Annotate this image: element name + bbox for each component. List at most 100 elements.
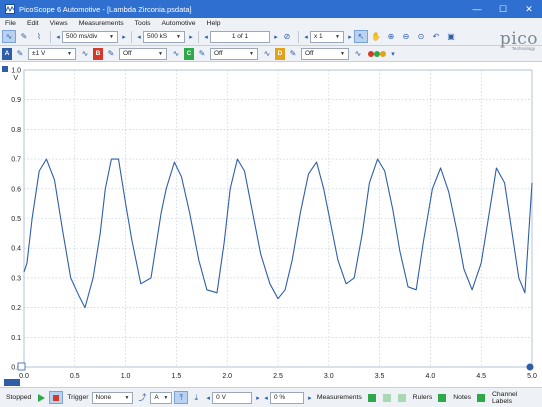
pretrigger-input[interactable]: 0 % bbox=[269, 391, 304, 404]
maximize-button[interactable]: ☐ bbox=[490, 0, 516, 18]
channel-labels-label[interactable]: Channel Labels bbox=[492, 391, 539, 405]
edit-measurement-icon[interactable] bbox=[380, 391, 394, 404]
channel-d-range-select[interactable]: Off ▼ bbox=[301, 47, 349, 60]
trigger-channel-value: A bbox=[154, 394, 159, 401]
threshold-input[interactable]: 0 V bbox=[212, 391, 253, 404]
chevron-down-icon: ▼ bbox=[340, 50, 345, 57]
undo-zoom-icon[interactable]: ↶ bbox=[429, 30, 443, 43]
buffer-navigator[interactable]: 1 of 1 bbox=[210, 30, 270, 43]
menu-views[interactable]: Views bbox=[50, 20, 68, 27]
toolbar-divider bbox=[131, 30, 132, 43]
probe-icon[interactable]: ✎ bbox=[17, 30, 31, 43]
buffer-next-icon[interactable]: ▸ bbox=[272, 33, 280, 41]
chevron-down-icon: ▼ bbox=[335, 33, 340, 40]
timebase-decrease-icon[interactable]: ◂ bbox=[54, 33, 62, 41]
zoom-overview-icon[interactable]: ▣ bbox=[444, 30, 458, 43]
channel-a-label[interactable]: A bbox=[2, 47, 12, 60]
menu-tools[interactable]: Tools bbox=[135, 20, 151, 27]
channel-a-options-icon[interactable]: ✎ bbox=[13, 47, 27, 60]
menu-automotive[interactable]: Automotive bbox=[162, 20, 196, 27]
measurements-label[interactable]: Measurements bbox=[317, 394, 362, 401]
channel-a-range-select[interactable]: ±1 V ▼ bbox=[28, 47, 76, 60]
trigger-channel-select[interactable]: A ▼ bbox=[150, 391, 173, 404]
y-tick-label: 0.6 bbox=[11, 186, 21, 193]
time-ruler-handle bbox=[526, 363, 534, 371]
stop-icon[interactable] bbox=[49, 391, 64, 404]
channel-b-label[interactable]: B bbox=[93, 47, 103, 60]
menu-measurements[interactable]: Measurements bbox=[79, 20, 124, 27]
toolbar-divider bbox=[50, 30, 51, 43]
buffer-first-icon[interactable]: ◂ bbox=[202, 33, 210, 41]
pretrigger-decrease-icon[interactable]: ◂ bbox=[262, 394, 270, 402]
zoom-value: x 1 bbox=[314, 33, 323, 40]
channel-toolbar: A ✎ ±1 V ▼ ∿ B ✎ Off ▼ ∿ C ✎ Off ▼ ∿ D ✎ Of… bbox=[0, 46, 542, 62]
trigger-label: Trigger bbox=[67, 394, 89, 401]
y-tick-label: 0.3 bbox=[11, 275, 21, 282]
notes-icon[interactable] bbox=[474, 391, 488, 404]
minimize-button[interactable]: — bbox=[464, 0, 490, 18]
channel-d-options-icon[interactable]: ✎ bbox=[286, 47, 300, 60]
picoscope-window: PicoScope 6 Automotive - [Lambda Zirconi… bbox=[0, 0, 542, 407]
scope-view[interactable]: 0.0 0.5 1.0 1.5 2.0 2.5 3.0 3.5 4.0 4.5 5.0 0.0 0.1 0… bbox=[0, 62, 542, 387]
zoom-fit-icon[interactable]: ⊙ bbox=[414, 30, 428, 43]
toolbar-divider bbox=[298, 30, 299, 43]
no-entry-icon[interactable]: ⊘ bbox=[280, 30, 294, 43]
x-tick-label: 3.0 bbox=[324, 373, 334, 380]
channel-c-coupling-icon[interactable]: ∿ bbox=[260, 47, 274, 60]
close-button[interactable]: ✕ bbox=[516, 0, 542, 18]
threshold-increase-icon[interactable]: ▸ bbox=[254, 394, 262, 402]
menu-bar: File Edit Views Measurements Tools Autom… bbox=[0, 18, 542, 28]
chevron-down-icon: ▼ bbox=[163, 394, 169, 401]
threshold-decrease-icon[interactable]: ◂ bbox=[204, 394, 212, 402]
y-tick-label: 0.7 bbox=[11, 157, 21, 164]
channel-d-coupling-icon[interactable]: ∿ bbox=[351, 47, 365, 60]
channel-d-label[interactable]: D bbox=[275, 47, 285, 60]
buffer-value: 1 of 1 bbox=[231, 33, 249, 40]
delete-measurement-icon[interactable] bbox=[395, 391, 409, 404]
samples-increase-icon[interactable]: ▸ bbox=[187, 33, 195, 41]
channel-c-range-select[interactable]: Off ▼ bbox=[210, 47, 258, 60]
x-tick-label: 4.0 bbox=[426, 373, 436, 380]
timebase-increase-icon[interactable]: ▸ bbox=[120, 33, 128, 41]
samples-decrease-icon[interactable]: ◂ bbox=[135, 33, 143, 41]
menu-edit[interactable]: Edit bbox=[27, 20, 39, 27]
channel-b-range: Off bbox=[123, 50, 132, 57]
scope-mode-icon[interactable]: ∿ bbox=[2, 30, 16, 43]
rulers-icon[interactable] bbox=[435, 391, 449, 404]
zoom-increase-icon[interactable]: ▸ bbox=[346, 33, 354, 41]
samples-value: 500 kS bbox=[147, 33, 168, 40]
pretrigger-value: 0 % bbox=[273, 394, 286, 401]
chevron-down-icon[interactable]: ▾ bbox=[389, 50, 397, 58]
auto-arm-icon[interactable]: ⤴ bbox=[135, 391, 149, 404]
rising-edge-icon[interactable]: ⤒ bbox=[174, 391, 189, 404]
channel-a-coupling-icon[interactable]: ∿ bbox=[78, 47, 92, 60]
channel-b-options-icon[interactable]: ✎ bbox=[104, 47, 118, 60]
rulers-label[interactable]: Rulers bbox=[413, 394, 433, 401]
zoom-in-icon[interactable]: ⊕ bbox=[384, 30, 398, 43]
math-channels-icon[interactable] bbox=[366, 47, 388, 60]
channel-c-options-icon[interactable]: ✎ bbox=[195, 47, 209, 60]
trigger-mode-select[interactable]: None ▼ bbox=[91, 391, 134, 404]
hand-tool-icon[interactable]: ✋ bbox=[369, 30, 383, 43]
pointer-tool-icon[interactable]: ↖ bbox=[354, 30, 368, 43]
zoom-select[interactable]: x 1 ▼ bbox=[310, 30, 344, 43]
start-icon[interactable] bbox=[34, 391, 48, 404]
pretrigger-increase-icon[interactable]: ▸ bbox=[306, 394, 314, 402]
channel-b-coupling-icon[interactable]: ∿ bbox=[169, 47, 183, 60]
menu-help[interactable]: Help bbox=[207, 20, 221, 27]
zoom-out-icon[interactable]: ⊖ bbox=[399, 30, 413, 43]
channel-c-label[interactable]: C bbox=[184, 47, 194, 60]
y-tick-label: 0.5 bbox=[11, 216, 21, 223]
signal-generator-icon[interactable]: ⌇ bbox=[32, 30, 46, 43]
channel-b-range-select[interactable]: Off ▼ bbox=[119, 47, 167, 60]
zero-offset-handle bbox=[17, 362, 26, 371]
zoom-decrease-icon[interactable]: ◂ bbox=[302, 33, 310, 41]
notes-label[interactable]: Notes bbox=[453, 394, 471, 401]
samples-select[interactable]: 500 kS ▼ bbox=[143, 30, 185, 43]
add-measurement-icon[interactable] bbox=[365, 391, 379, 404]
menu-file[interactable]: File bbox=[5, 20, 16, 27]
channel-a-axis-marker bbox=[2, 66, 8, 72]
falling-edge-icon[interactable]: ⤓ bbox=[189, 391, 203, 404]
timebase-select[interactable]: 500 ms/div ▼ bbox=[62, 30, 118, 43]
trigger-mode-value: None bbox=[95, 394, 112, 401]
